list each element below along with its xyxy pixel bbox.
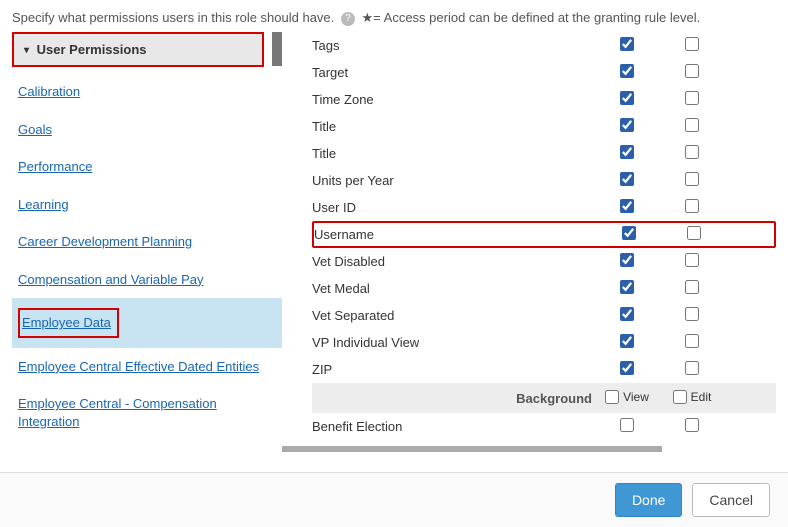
view-checkbox[interactable]	[622, 226, 636, 240]
view-checkbox[interactable]	[620, 91, 634, 105]
permission-row: Benefit Election	[312, 413, 776, 440]
permission-label: Vet Separated	[312, 308, 592, 323]
sidebar-header[interactable]: ▾ User Permissions	[12, 32, 264, 67]
permission-label: Vet Medal	[312, 281, 592, 296]
view-checkbox[interactable]	[620, 37, 634, 51]
edit-checkbox[interactable]	[685, 118, 699, 132]
permission-label: Target	[312, 65, 592, 80]
view-checkbox[interactable]	[620, 307, 634, 321]
edit-checkbox[interactable]	[685, 307, 699, 321]
section-header-row: Background View Edit	[312, 383, 776, 413]
permission-row: Time Zone	[312, 86, 776, 113]
edit-checkbox[interactable]	[685, 334, 699, 348]
permission-label: Tags	[312, 38, 592, 53]
view-all-checkbox[interactable]	[605, 390, 619, 404]
sidebar-item-compensation[interactable]: Compensation and Variable Pay	[12, 261, 282, 299]
edit-checkbox[interactable]	[685, 172, 699, 186]
edit-all-checkbox[interactable]	[673, 390, 687, 404]
permission-row: VP Individual View	[312, 329, 776, 356]
edit-checkbox[interactable]	[685, 361, 699, 375]
permission-row: Title	[312, 113, 776, 140]
view-checkbox[interactable]	[620, 418, 634, 432]
view-checkbox[interactable]	[620, 172, 634, 186]
view-all-label: View	[623, 390, 649, 404]
sidebar-item-calibration[interactable]: Calibration	[12, 73, 282, 111]
edit-all-toggle[interactable]: Edit	[673, 390, 712, 404]
view-checkbox[interactable]	[620, 361, 634, 375]
permission-row: Vet Medal	[312, 275, 776, 302]
edit-checkbox[interactable]	[685, 64, 699, 78]
edit-checkbox[interactable]	[685, 418, 699, 432]
edit-all-label: Edit	[691, 390, 712, 404]
permission-row: Vet Separated	[312, 302, 776, 329]
permission-label: Title	[312, 146, 592, 161]
permission-label: ZIP	[312, 362, 592, 377]
permission-row: Tags	[312, 32, 776, 59]
permission-row: Target	[312, 59, 776, 86]
permission-label: Units per Year	[312, 173, 592, 188]
permission-label: VP Individual View	[312, 335, 592, 350]
edit-checkbox[interactable]	[685, 199, 699, 213]
description-text-after: ★= Access period can be defined at the g…	[362, 10, 701, 25]
dialog-footer: Done Cancel	[0, 472, 788, 527]
sidebar-item-ec-comp-integration[interactable]: Employee Central - Compensation Integrat…	[12, 385, 282, 440]
view-checkbox[interactable]	[620, 334, 634, 348]
sidebar-nav-list: Calibration Goals Performance Learning C…	[12, 67, 282, 440]
section-header-title: Background	[312, 391, 592, 406]
view-checkbox[interactable]	[620, 118, 634, 132]
sidebar-header-label: User Permissions	[37, 42, 147, 57]
permission-row: Vet Disabled	[312, 248, 776, 275]
edit-checkbox[interactable]	[687, 226, 701, 240]
permission-row: Username	[312, 221, 776, 248]
view-all-toggle[interactable]: View	[605, 390, 649, 404]
horizontal-scrollbar[interactable]	[282, 446, 662, 452]
permissions-panel: Tags Target Time Zone Title Title Units per Y…	[282, 32, 776, 452]
view-checkbox[interactable]	[620, 145, 634, 159]
permission-row: Title	[312, 140, 776, 167]
caret-down-icon: ▾	[24, 45, 29, 56]
sidebar-item-employee-data[interactable]: Employee Data	[12, 298, 282, 348]
sidebar-item-goals[interactable]: Goals	[12, 111, 282, 149]
permission-label: Benefit Election	[312, 419, 592, 434]
edit-checkbox[interactable]	[685, 145, 699, 159]
edit-checkbox[interactable]	[685, 91, 699, 105]
permission-row: ZIP	[312, 356, 776, 383]
edit-checkbox[interactable]	[685, 280, 699, 294]
sidebar-item-career-development[interactable]: Career Development Planning	[12, 223, 282, 261]
permission-row: Units per Year	[312, 167, 776, 194]
view-checkbox[interactable]	[620, 280, 634, 294]
sidebar-item-learning[interactable]: Learning	[12, 186, 282, 224]
sidebar: ▾ User Permissions Calibration Goals Per…	[12, 32, 282, 452]
permission-label: Vet Disabled	[312, 254, 592, 269]
permission-label: User ID	[312, 200, 592, 215]
view-checkbox[interactable]	[620, 253, 634, 267]
permission-label: Username	[314, 227, 594, 242]
cancel-button[interactable]: Cancel	[692, 483, 770, 517]
view-checkbox[interactable]	[620, 64, 634, 78]
scrollbar-thumb[interactable]	[272, 32, 282, 66]
sidebar-item-ec-effective-dated[interactable]: Employee Central Effective Dated Entitie…	[12, 348, 282, 386]
done-button[interactable]: Done	[615, 483, 682, 517]
edit-checkbox[interactable]	[685, 37, 699, 51]
sidebar-item-performance[interactable]: Performance	[12, 148, 282, 186]
permission-label: Title	[312, 119, 592, 134]
edit-checkbox[interactable]	[685, 253, 699, 267]
permission-label: Time Zone	[312, 92, 592, 107]
permission-row: User ID	[312, 194, 776, 221]
view-checkbox[interactable]	[620, 199, 634, 213]
help-icon[interactable]: ?	[341, 12, 355, 26]
page-description: Specify what permissions users in this r…	[0, 0, 788, 32]
description-text-before: Specify what permissions users in this r…	[12, 10, 334, 25]
